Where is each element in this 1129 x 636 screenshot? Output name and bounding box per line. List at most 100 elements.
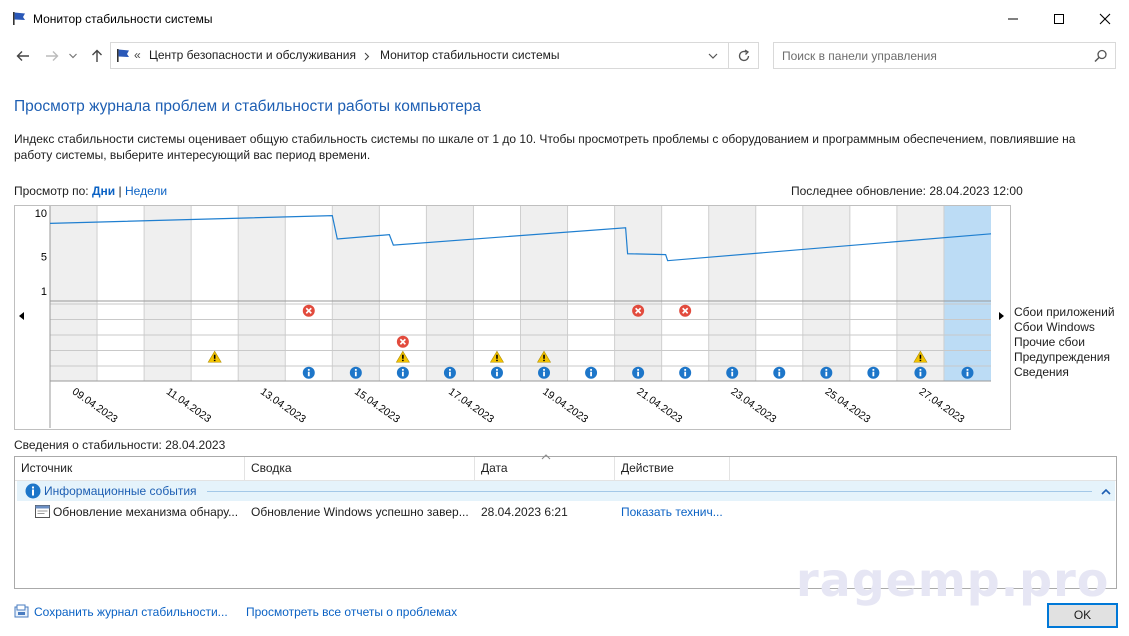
info-icon-dot: [590, 368, 592, 371]
watermark: ragemp.pro: [796, 553, 1110, 607]
info-icon: [25, 483, 41, 499]
info-icon-dot: [354, 368, 357, 371]
info-icon-bar: [590, 371, 592, 377]
view-days-link[interactable]: Дни: [92, 184, 115, 198]
refresh-button[interactable]: [729, 42, 759, 69]
chart-day-column: [426, 206, 474, 381]
close-icon: [1099, 13, 1111, 25]
refresh-icon: [738, 48, 749, 61]
chart-day-column: [567, 206, 615, 381]
column-source[interactable]: Источник: [15, 457, 245, 481]
reliability-chart[interactable]: 10 5 1 09.04.2023 11.04.2023 13.04.2023 15.04.…: [14, 205, 1011, 430]
info-icon-dot: [307, 368, 310, 371]
chart-day-column: [614, 206, 662, 381]
chevron-up-icon[interactable]: [1101, 488, 1111, 495]
x-tick-label: 25.04.2023: [823, 386, 873, 426]
y-tick-label: 10: [35, 208, 47, 220]
info-icon-dot: [684, 368, 687, 371]
warning-icon-dot: [496, 359, 498, 362]
close-button[interactable]: [1082, 0, 1128, 38]
column-action[interactable]: Действие: [615, 457, 730, 481]
warning-icon-dot: [213, 359, 216, 362]
warning-icon-mark: [402, 354, 404, 359]
chevron-right-icon: [364, 52, 370, 61]
page-description: Индекс стабильности системы оценивает об…: [14, 132, 1076, 162]
triangle-left-icon: [19, 312, 24, 320]
chevron-down-icon[interactable]: [708, 53, 718, 60]
chart-scroll-right-button[interactable]: [998, 312, 1004, 322]
minimize-button[interactable]: [990, 0, 1036, 38]
save-report-icon: [14, 604, 29, 618]
view-all-reports-link[interactable]: Просмотреть все отчеты о проблемах: [246, 605, 457, 619]
x-tick-label: 13.04.2023: [258, 386, 308, 426]
address-bar[interactable]: « Центр безопасности и обслуживания Мони…: [110, 42, 729, 69]
x-tick-label: 23.04.2023: [729, 386, 779, 426]
window-title: Монитор стабильности системы: [33, 12, 213, 26]
info-icon-dot: [919, 368, 922, 371]
legend-other-failures: Прочие сбои: [1014, 335, 1085, 349]
group-divider: [207, 491, 1092, 492]
cell-date: 28.04.2023 6:21: [481, 505, 568, 519]
last-update: Последнее обновление: 28.04.2023 12:00: [791, 184, 1023, 198]
view-weeks-link[interactable]: Недели: [125, 184, 167, 198]
arrow-left-icon: [16, 51, 29, 61]
warning-icon-mark: [496, 354, 498, 359]
chart-day-column: [285, 206, 333, 381]
page-title: Просмотр журнала проблем и стабильности …: [14, 98, 482, 115]
arrow-up-icon: [92, 49, 102, 62]
back-button[interactable]: [12, 45, 34, 67]
breadcrumb-overflow[interactable]: «: [134, 48, 141, 62]
search-input[interactable]: Поиск в панели управления: [773, 42, 1116, 69]
cell-summary: Обновление Windows успешно завер...: [251, 505, 469, 519]
info-icon-bar: [966, 371, 969, 377]
chart-day-column: [755, 206, 803, 381]
chart-day-column: [849, 206, 897, 381]
info-icon-dot: [401, 368, 404, 371]
chart-day-column: [943, 206, 991, 381]
x-tick-label: 11.04.2023: [164, 386, 213, 426]
sort-ascending-icon: [541, 454, 551, 460]
chart-day-column: [802, 206, 850, 381]
chart-scroll-left-button[interactable]: [19, 312, 25, 322]
info-icon-dot: [543, 368, 545, 371]
view-separator: |: [118, 184, 122, 198]
save-history-link[interactable]: Сохранить журнал стабильности...: [34, 605, 228, 619]
cell-source: Обновление механизма обнару...: [53, 505, 239, 519]
info-icon-dot: [496, 368, 498, 371]
breadcrumb-security-center[interactable]: Центр безопасности и обслуживания: [149, 48, 356, 62]
column-summary[interactable]: Сводка: [245, 457, 475, 481]
x-tick-label: 21.04.2023: [634, 386, 684, 426]
ok-button[interactable]: OK: [1047, 603, 1118, 628]
view-by-label: Просмотр по:: [14, 184, 89, 198]
chevron-down-icon: [69, 53, 77, 59]
x-tick-label: 27.04.2023: [917, 386, 967, 426]
info-icon-dot: [825, 368, 828, 371]
recent-locations-button[interactable]: [66, 45, 80, 67]
chart-day-column: [661, 206, 709, 381]
info-icon-bar: [872, 371, 875, 377]
info-icon-bar: [354, 371, 357, 377]
maximize-button[interactable]: [1036, 0, 1082, 38]
x-tick-label: 09.04.2023: [70, 386, 120, 426]
group-header-info-events[interactable]: Информационные события: [17, 481, 1115, 501]
column-date[interactable]: Дата: [475, 457, 615, 481]
up-button[interactable]: [86, 45, 108, 67]
legend-warnings: Предупреждения: [1014, 350, 1110, 364]
chart-day-column: [144, 206, 192, 381]
info-icon-bar: [778, 371, 781, 377]
chart-day-column: [708, 206, 756, 381]
search-placeholder: Поиск в панели управления: [782, 49, 937, 63]
info-icon-dot: [449, 368, 451, 371]
forward-button[interactable]: [41, 45, 63, 67]
info-icon-dot: [778, 368, 781, 371]
show-technical-details-link[interactable]: Показать технич...: [621, 505, 723, 519]
flag-icon: [117, 49, 129, 62]
legend-info: Сведения: [1014, 365, 1069, 379]
flag-icon: [13, 12, 25, 25]
window-app-icon: [35, 505, 50, 518]
x-tick-label: 17.04.2023: [446, 386, 496, 426]
info-icon-bar: [684, 371, 687, 377]
breadcrumb-reliability-monitor[interactable]: Монитор стабильности системы: [380, 48, 560, 62]
warning-icon-mark: [543, 354, 545, 359]
info-icon-dot: [731, 368, 734, 371]
